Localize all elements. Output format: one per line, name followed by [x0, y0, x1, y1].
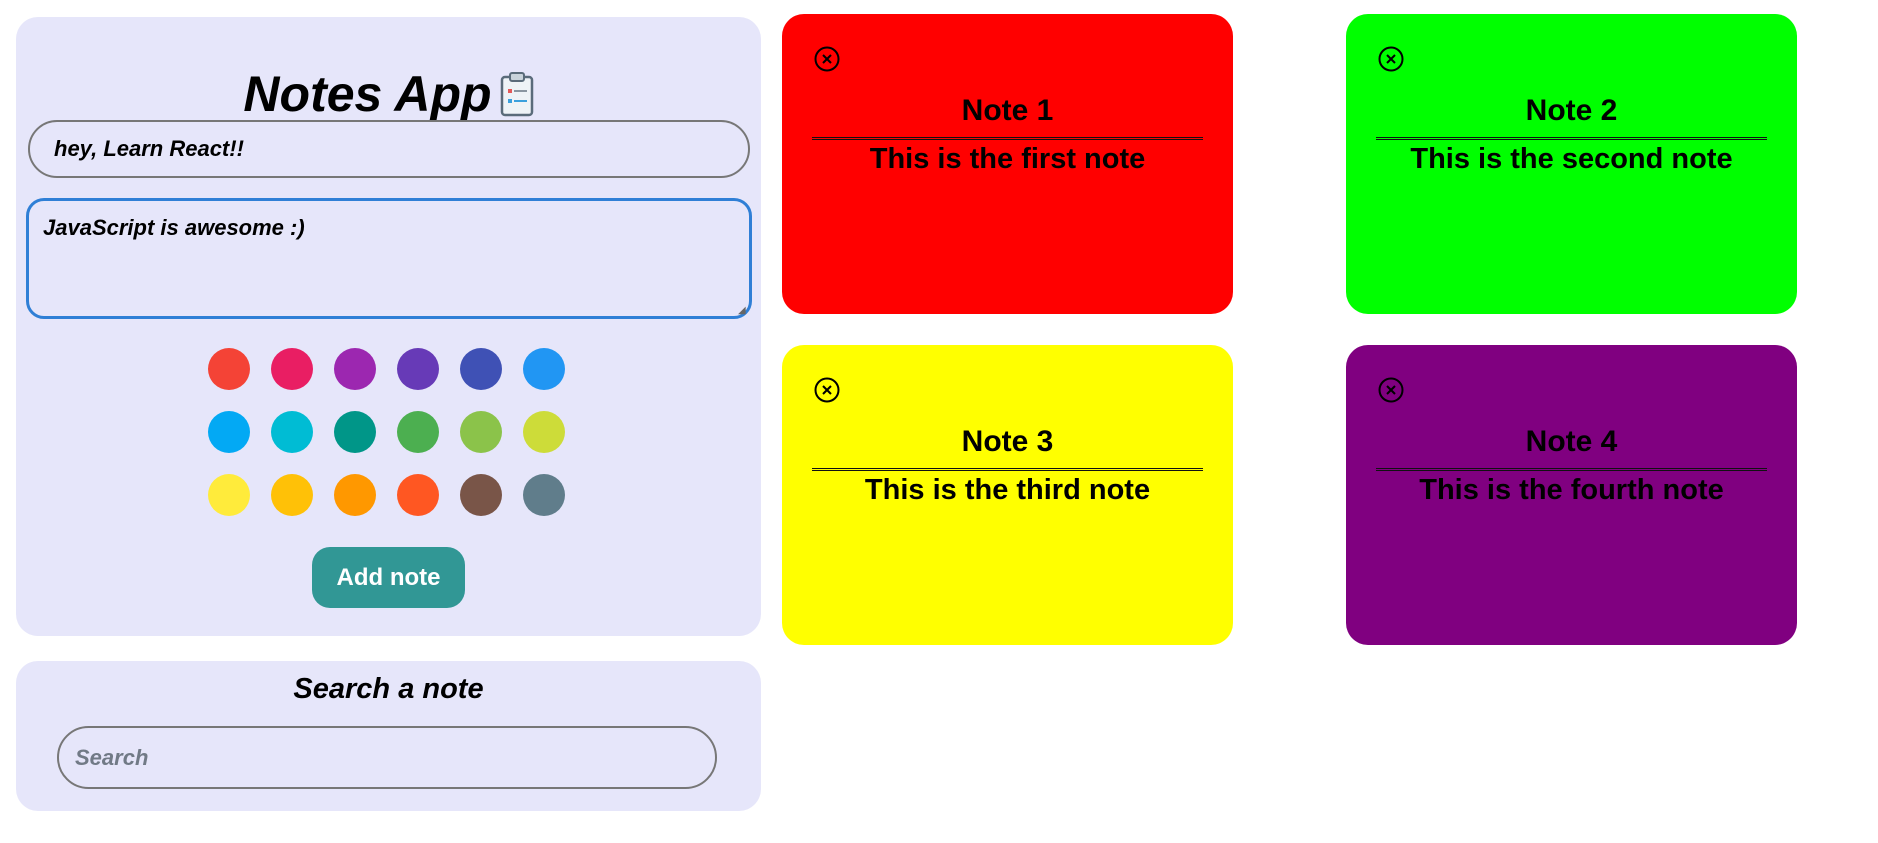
color-swatch[interactable] — [334, 474, 376, 516]
color-swatch[interactable] — [460, 474, 502, 516]
color-picker — [208, 348, 588, 516]
close-circle-icon[interactable] — [814, 377, 840, 403]
note-body: This is the fourth note — [1419, 474, 1724, 506]
app-title: Notes App — [16, 69, 761, 119]
note-title: Note 1 — [812, 94, 1203, 140]
color-swatch[interactable] — [271, 411, 313, 453]
color-swatch[interactable] — [334, 348, 376, 390]
color-swatch[interactable] — [460, 411, 502, 453]
note-editor-panel: Notes App JavaScript is awesome :) ◢ Add… — [16, 17, 761, 636]
color-swatch[interactable] — [397, 474, 439, 516]
note-content-textarea[interactable]: JavaScript is awesome :) — [26, 198, 752, 319]
note-title: Note 3 — [812, 425, 1203, 471]
add-note-button[interactable]: Add note — [312, 547, 465, 608]
search-input[interactable] — [57, 726, 717, 789]
note-body: This is the third note — [864, 474, 1151, 506]
color-swatch[interactable] — [523, 348, 565, 390]
note-title-input[interactable] — [28, 120, 750, 178]
note-card: Note 3 This is the third note — [782, 345, 1233, 645]
search-panel: Search a note — [16, 661, 761, 811]
color-swatch[interactable] — [208, 348, 250, 390]
color-swatch[interactable] — [208, 474, 250, 516]
close-circle-icon[interactable] — [1378, 46, 1404, 72]
close-circle-icon[interactable] — [1378, 377, 1404, 403]
note-card: Note 1 This is the first note — [782, 14, 1233, 314]
note-title: Note 2 — [1376, 94, 1767, 140]
color-swatch[interactable] — [523, 474, 565, 516]
color-swatch[interactable] — [271, 348, 313, 390]
clipboard-icon — [500, 72, 533, 117]
color-swatch[interactable] — [397, 411, 439, 453]
color-swatch[interactable] — [460, 348, 502, 390]
app-title-text: Notes App — [243, 66, 492, 122]
color-swatch[interactable] — [397, 348, 439, 390]
color-swatch[interactable] — [208, 411, 250, 453]
color-swatch[interactable] — [271, 474, 313, 516]
color-swatch[interactable] — [334, 411, 376, 453]
note-body: This is the first note — [869, 143, 1146, 175]
resize-handle-icon[interactable]: ◢ — [738, 305, 750, 317]
note-card: Note 4 This is the fourth note — [1346, 345, 1797, 645]
note-card: Note 2 This is the second note — [1346, 14, 1797, 314]
close-circle-icon[interactable] — [814, 46, 840, 72]
search-title: Search a note — [293, 673, 484, 705]
color-swatch[interactable] — [523, 411, 565, 453]
note-title: Note 4 — [1376, 425, 1767, 471]
note-body: This is the second note — [1410, 143, 1733, 175]
